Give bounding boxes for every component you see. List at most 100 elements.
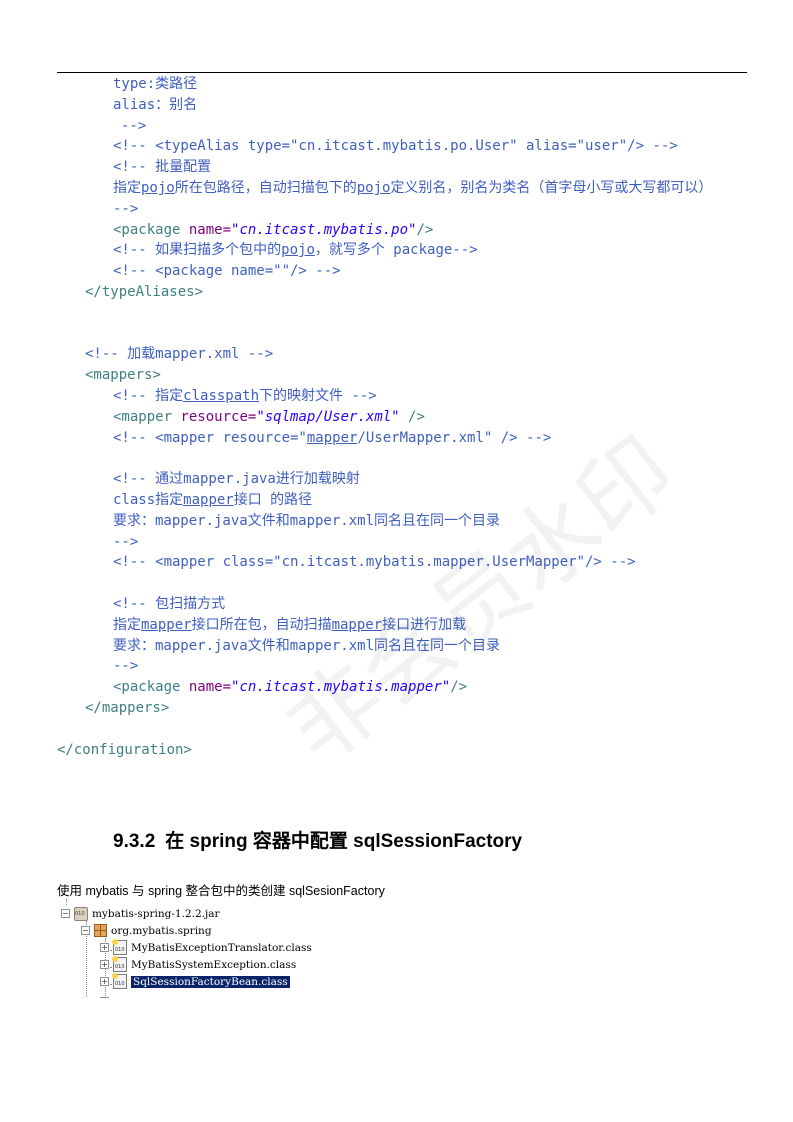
code-line: <!-- <mapper class="cn.itcast.mybatis.ma…: [57, 552, 752, 573]
comment-text: 指定: [113, 179, 141, 196]
comment-text: <!-- 包扫描方式: [113, 595, 226, 612]
spell-underlined-word: classpath: [183, 387, 260, 404]
code-line: <!-- <typeAlias type="cn.itcast.mybatis.…: [57, 136, 752, 157]
comment-text: 指定: [113, 616, 141, 633]
code-line: 指定pojo所在包路径，自动扫描包下的pojo定义别名，别名为类名（首字母小写或…: [57, 178, 752, 199]
code-line: <!-- 包扫描方式: [57, 594, 752, 615]
expand-toggle-icon: [100, 997, 109, 998]
code-line: type:类路径: [57, 74, 752, 95]
code-line: <!-- 批量配置: [57, 157, 752, 178]
comment-text: -->: [121, 117, 147, 134]
tree-node-class-selected[interactable]: + SqlSessionFactoryBean.class: [100, 973, 290, 990]
tree-node-label: mybatis-spring-1.2.2.jar: [92, 907, 220, 920]
package-icon: [94, 924, 107, 937]
comment-text: type:类路径: [113, 76, 198, 92]
xml-attribute: name=: [188, 679, 232, 696]
code-line: <!-- 通过mapper.java进行加载映射: [57, 469, 752, 490]
comment-text: -->: [113, 533, 139, 550]
code-line: 要求：mapper.java文件和mapper.xml同名且在同一个目录: [57, 511, 752, 532]
code-line: <!-- 指定classpath下的映射文件 -->: [57, 386, 752, 407]
comment-text: <!-- 通过mapper.java进行加载映射: [113, 471, 360, 488]
class-file-icon: [112, 973, 127, 989]
comment-text: <!-- <mapper resource=": [113, 429, 307, 446]
xml-value: "sqlmap/User.xml": [256, 408, 400, 425]
xml-tag: <mapper: [113, 408, 173, 425]
comment-text: 要求：mapper.java文件和mapper.xml同名且在同一个目录: [113, 512, 501, 529]
comment-text: -->: [113, 200, 139, 217]
code-line: <!-- <mapper resource="mapper/UserMapper…: [57, 428, 752, 449]
code-line: alias：别名: [57, 95, 752, 116]
spell-underlined-word: mapper: [331, 616, 383, 633]
spell-underlined-word: pojo: [356, 179, 391, 196]
spell-underlined-word: mapper: [141, 616, 192, 633]
package-explorer-tree: − mybatis-spring-1.2.2.jar − org.mybatis…: [61, 899, 351, 998]
code-line: <!-- <package name=""/> -->: [57, 261, 752, 282]
comment-text: 接口进行加载: [382, 616, 467, 633]
expand-toggle-icon[interactable]: +: [100, 977, 109, 986]
code-line: </mappers>: [57, 698, 752, 719]
xml-value: "cn.itcast.mybatis.po": [231, 221, 417, 238]
code-line: 要求：mapper.java文件和mapper.xml同名且在同一个目录: [57, 636, 752, 657]
class-file-icon: [112, 939, 127, 955]
xml-value: "cn.itcast.mybatis.mapper": [231, 679, 451, 696]
xml-tag: <package: [113, 221, 181, 238]
comment-text: <!-- <typeAlias type="cn.itcast.mybatis.…: [113, 138, 678, 155]
collapse-toggle-icon[interactable]: −: [81, 926, 90, 935]
tree-node-class[interactable]: + MyBatisSystemException.class: [100, 956, 296, 973]
comment-text: <!-- 如果扫描多个包中的: [113, 242, 282, 259]
comment-text: 接口所在包，自动扫描: [191, 616, 332, 633]
spell-underlined-word: mapper: [183, 491, 234, 508]
comment-text: alias：别名: [113, 96, 198, 113]
section-title: 在 spring 容器中配置 sqlSessionFactory: [165, 831, 523, 852]
tree-node-label: MyBatisSystemException.class: [131, 958, 297, 971]
code-line: 指定mapper接口所在包，自动扫描mapper接口进行加载: [57, 615, 752, 636]
comment-text: -->: [113, 658, 139, 675]
spell-underlined-word: pojo: [281, 242, 315, 259]
comment-text: <!-- 指定: [113, 387, 184, 404]
xml-attribute: name=: [188, 221, 232, 238]
comment-text: 要求：mapper.java文件和mapper.xml同名且在同一个目录: [113, 637, 501, 654]
tree-node-label: MyBatisExceptionTranslator.class: [131, 941, 312, 954]
xml-tag: <mappers>: [85, 367, 161, 384]
code-line: -->: [57, 532, 752, 553]
code-line: <package name="cn.itcast.mybatis.po"/>: [57, 220, 752, 241]
expand-toggle-icon[interactable]: +: [100, 943, 109, 952]
tree-node-jar[interactable]: − mybatis-spring-1.2.2.jar: [61, 905, 220, 922]
collapse-toggle-icon[interactable]: −: [61, 909, 70, 918]
comment-text: 定义别名，别名为类名（首字母小写或大写都可以）: [390, 179, 713, 196]
tree-node-class[interactable]: + MyBatisExceptionTranslator.class: [100, 939, 312, 956]
xml-attribute: resource=: [180, 408, 257, 425]
code-line: </typeAliases>: [57, 282, 752, 303]
comment-text: 下的映射文件 -->: [259, 387, 377, 404]
class-file-icon: [112, 956, 127, 972]
xml-tag: </configuration>: [57, 741, 192, 758]
code-line: </configuration>: [57, 740, 752, 761]
code-line: -->: [57, 199, 752, 220]
expand-toggle-icon[interactable]: +: [100, 960, 109, 969]
tree-node-cut-off: [100, 993, 113, 998]
jar-icon: [74, 906, 88, 921]
comment-text: <!-- <package name=""/> -->: [113, 263, 341, 280]
code-line: -->: [57, 656, 752, 677]
code-line: <mapper resource="sqlmap/User.xml" />: [57, 407, 752, 428]
xml-tag: </typeAliases>: [85, 283, 204, 300]
caption-text: 使用 mybatis 与 spring 整合包中的类创建 sqlSesionFa…: [57, 884, 385, 898]
comment-text: /UserMapper.xml" /> -->: [357, 429, 552, 446]
comment-text: 接口 的路径: [233, 491, 313, 508]
code-block: type:类路径 alias：别名 --> <!-- <typeAlias ty…: [57, 74, 752, 760]
code-line: class指定mapper接口 的路径: [57, 490, 752, 511]
tree-node-label: SqlSessionFactoryBean.class: [131, 975, 290, 988]
xml-tag: />: [416, 221, 434, 238]
code-line: <!-- 加载mapper.xml -->: [57, 344, 752, 365]
header-rule: [57, 72, 747, 73]
tree-node-label: org.mybatis.spring: [111, 924, 212, 937]
code-line: <mappers>: [57, 365, 752, 386]
comment-text: <!-- 加载mapper.xml -->: [85, 346, 274, 363]
xml-tag: />: [450, 679, 468, 696]
tree-node-package[interactable]: − org.mybatis.spring: [81, 922, 212, 939]
comment-text: class指定: [113, 491, 184, 508]
section-heading: 9.3.2 在 spring 容器中配置 sqlSessionFactory: [113, 826, 522, 853]
comment-text: <!-- 批量配置: [113, 159, 212, 176]
xml-tag: </mappers>: [85, 699, 170, 716]
section-number: 9.3.2: [113, 831, 156, 852]
